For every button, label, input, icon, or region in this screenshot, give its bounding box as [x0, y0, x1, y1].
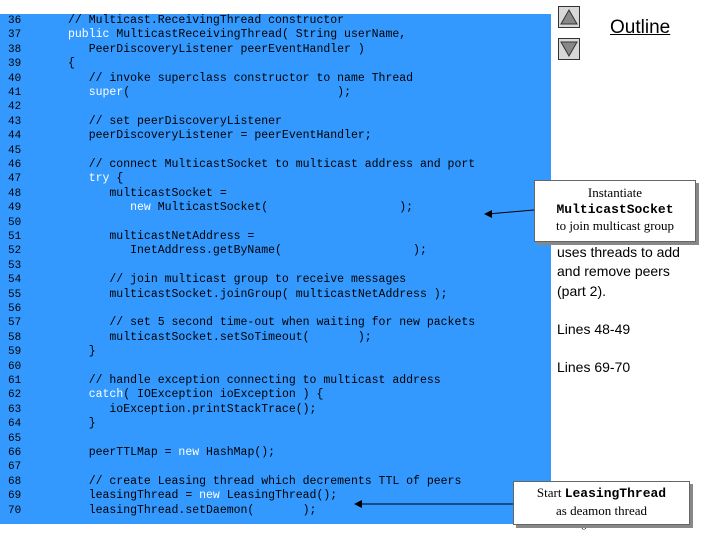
arrowhead-socket — [484, 210, 492, 218]
arrow-to-socket — [487, 209, 535, 215]
callout-arrows — [354, 209, 535, 508]
arrowhead-leasing — [354, 500, 362, 508]
